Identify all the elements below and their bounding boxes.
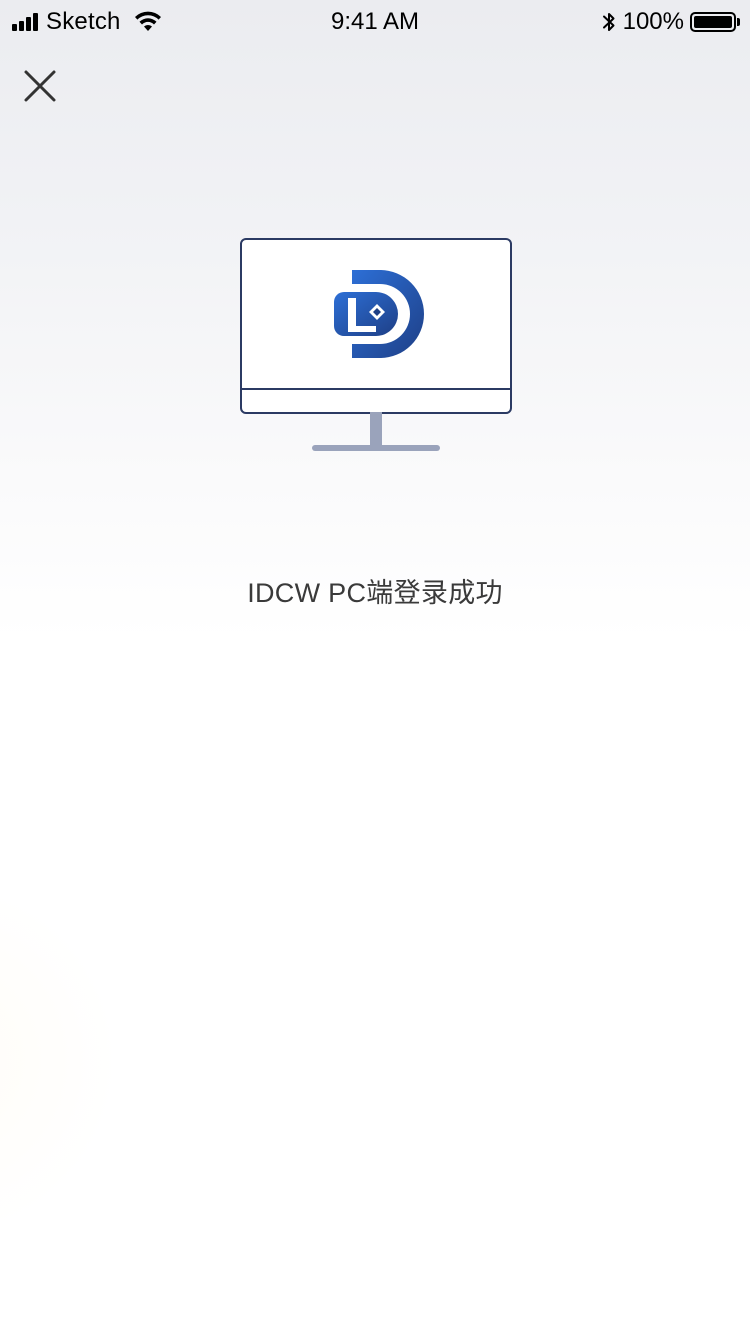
monitor-screen [240, 238, 512, 414]
idcw-logo [334, 270, 424, 358]
battery-percent: 100% [622, 8, 684, 35]
battery-icon [690, 12, 736, 32]
battery-nub [737, 18, 740, 26]
close-icon [24, 70, 56, 102]
monitor-neck [370, 412, 382, 446]
status-bar: Sketch 9:41 AM 100% [0, 0, 750, 40]
close-button[interactable] [14, 60, 66, 112]
login-success-screen: Sketch 9:41 AM 100% IDCW PC端登录成功 [0, 0, 750, 1334]
monitor-bezel [242, 388, 510, 390]
desktop-monitor-icon [240, 238, 512, 454]
login-success-message: IDCW PC端登录成功 [247, 578, 503, 608]
bluetooth-icon [602, 13, 615, 31]
monitor-stand [312, 445, 440, 451]
background-glow [0, 880, 120, 1240]
battery-fill [694, 16, 732, 28]
status-right: 100% [601, 8, 740, 36]
